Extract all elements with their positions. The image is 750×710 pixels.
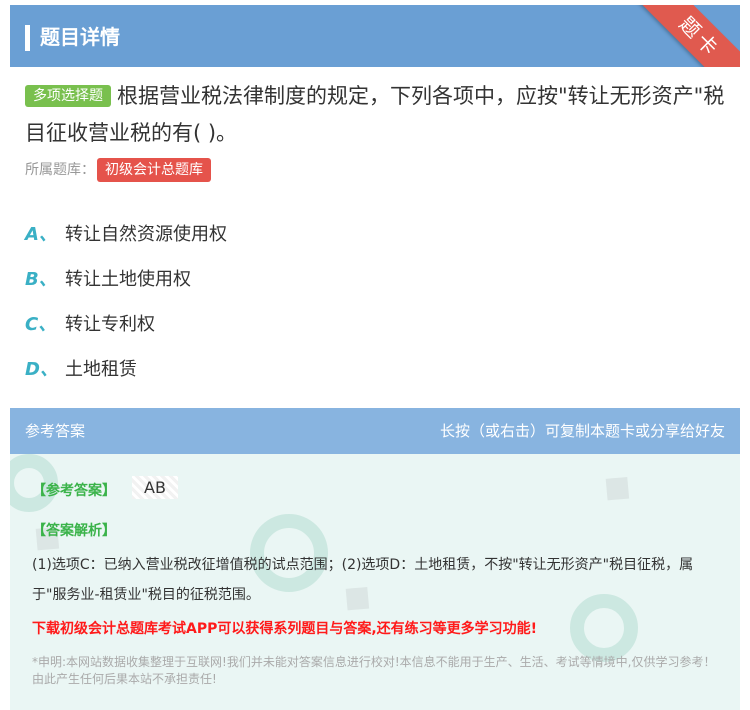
analysis-label: 【答案解析】 [32,523,116,539]
ribbon-label: 题卡 [674,11,726,63]
title-bar: 题目详情 题卡 [10,5,740,67]
watermark-glyph-icon: ◆ [587,460,643,514]
analysis-text: (1)选项C：已纳入营业税改征增值税的试点范围；(2)选项D：土地租赁，不按"转… [32,557,694,603]
vertical-bar-icon [25,25,30,51]
answer-panel: ◆ ◆ ◆ 【参考答案】 AB 【答案解析】 (1)选项C：已纳入营业税改征增值… [10,454,740,710]
disclaimer-text: *申明:本网站数据收集整理于互联网!我们并未能对答案信息进行校对!本信息不能用于… [32,655,716,686]
answer-header-bar: 参考答案 长按（或右击）可复制本题卡或分享给好友 [10,408,740,454]
option-letter: D、 [25,358,58,380]
answer-label: 【参考答案】 [32,483,116,499]
option-text: 转让土地使用权 [65,268,191,290]
question-type-badge: 多项选择题 [25,85,111,107]
option-text: 转让专利权 [65,313,155,335]
answer-section-title: 参考答案 [25,422,86,440]
option-d[interactable]: D、 土地租赁 [25,345,725,390]
option-letter: A、 [25,223,57,245]
source-bank-link[interactable]: 初级会计总题库 [97,158,211,182]
option-letter: B、 [25,268,57,290]
question-text: 根据营业税法律制度的规定，下列各项中，应按"转让无形资产"税目征收营业税的有( … [25,84,725,145]
share-hint: 长按（或右击）可复制本题卡或分享给好友 [439,422,725,440]
question-card-ribbon: 题卡 [630,5,740,67]
question-text-block: 多项选择题 根据营业税法律制度的规定，下列各项中，应按"转让无形资产"税目征收营业… [25,78,725,152]
download-app-link[interactable]: 下载初级会计总题库考试APP可以获得系列题目与答案,还有练习等更多学习功能! [32,618,537,640]
option-text: 转让自然资源使用权 [65,223,227,245]
page-title: 题目详情 [40,25,120,49]
answer-value: AB [132,476,178,499]
options-list: A、 转让自然资源使用权 B、 转让土地使用权 C、 转让专利权 D、 土地租赁 [25,210,725,390]
option-a[interactable]: A、 转让自然资源使用权 [25,210,725,255]
option-letter: C、 [25,313,57,335]
option-b[interactable]: B、 转让土地使用权 [25,255,725,300]
question-source: 所属题库： 初级会计总题库 [25,158,211,182]
option-c[interactable]: C、 转让专利权 [25,300,725,345]
option-text: 土地租赁 [65,358,137,380]
source-label: 所属题库： [25,162,95,178]
